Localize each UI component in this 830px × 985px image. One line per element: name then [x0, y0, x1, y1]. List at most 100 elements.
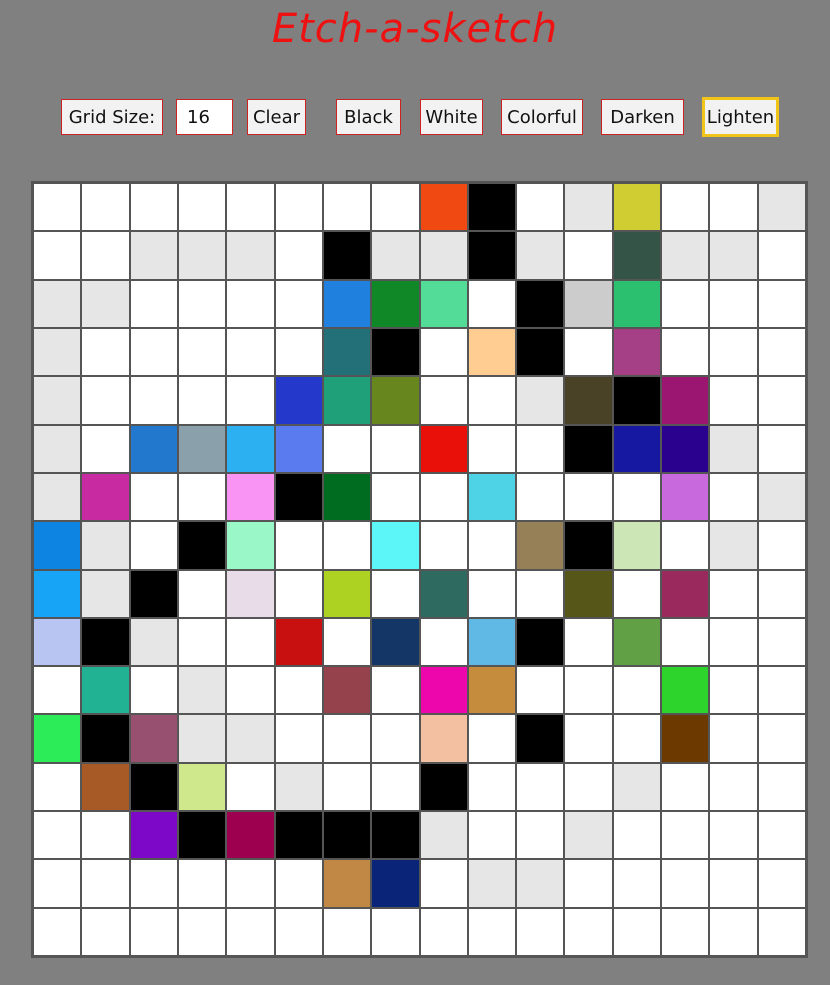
grid-cell[interactable]: [323, 763, 371, 811]
grid-cell[interactable]: [710, 425, 757, 472]
grid-size-input[interactable]: 16: [176, 99, 233, 135]
grid-cell[interactable]: [275, 667, 322, 714]
grid-cell[interactable]: [178, 667, 226, 714]
grid-cell[interactable]: [758, 570, 805, 617]
grid-cell[interactable]: [517, 570, 564, 617]
grid-cell[interactable]: [468, 860, 516, 907]
grid-cell[interactable]: [613, 184, 661, 231]
grid-cell[interactable]: [710, 280, 757, 327]
grid-cell[interactable]: [565, 618, 612, 666]
grid-cell[interactable]: [662, 860, 709, 907]
grid-cell[interactable]: [82, 232, 129, 279]
grid-cell[interactable]: [758, 425, 805, 472]
grid-cell[interactable]: [517, 667, 564, 714]
grid-cell[interactable]: [565, 232, 612, 279]
grid-cell[interactable]: [34, 570, 81, 617]
grid-cell[interactable]: [662, 522, 709, 569]
grid-cell[interactable]: [710, 618, 757, 666]
grid-cell[interactable]: [178, 618, 226, 666]
grid-cell[interactable]: [468, 763, 516, 811]
grid-cell[interactable]: [565, 570, 612, 617]
grid-cell[interactable]: [323, 184, 371, 231]
grid-cell[interactable]: [710, 763, 757, 811]
grid-cell[interactable]: [275, 812, 322, 859]
grid-cell[interactable]: [275, 184, 322, 231]
grid-cell[interactable]: [275, 570, 322, 617]
grid-cell[interactable]: [178, 570, 226, 617]
grid-cell[interactable]: [613, 715, 661, 762]
grid-cell[interactable]: [372, 280, 419, 327]
grid-cell[interactable]: [227, 232, 274, 279]
grid-cell[interactable]: [275, 280, 322, 327]
grid-cell[interactable]: [710, 522, 757, 569]
grid-cell[interactable]: [613, 763, 661, 811]
grid-cell[interactable]: [178, 184, 226, 231]
grid-cell[interactable]: [227, 812, 274, 859]
grid-cell[interactable]: [130, 473, 177, 521]
grid-cell[interactable]: [420, 184, 467, 231]
grid-cell[interactable]: [34, 522, 81, 569]
grid-cell[interactable]: [662, 667, 709, 714]
grid-cell[interactable]: [82, 328, 129, 376]
grid-cell[interactable]: [372, 522, 419, 569]
grid-cell[interactable]: [275, 763, 322, 811]
grid-cell[interactable]: [275, 377, 322, 424]
grid-cell[interactable]: [613, 812, 661, 859]
grid-cell[interactable]: [710, 908, 757, 955]
grid-cell[interactable]: [227, 377, 274, 424]
grid-cell[interactable]: [323, 667, 371, 714]
grid-cell[interactable]: [323, 522, 371, 569]
grid-cell[interactable]: [468, 570, 516, 617]
grid-cell[interactable]: [662, 377, 709, 424]
grid-cell[interactable]: [227, 715, 274, 762]
grid-cell[interactable]: [613, 377, 661, 424]
grid-cell[interactable]: [323, 618, 371, 666]
grid-cell[interactable]: [420, 232, 467, 279]
grid-cell[interactable]: [613, 908, 661, 955]
grid-cell[interactable]: [468, 328, 516, 376]
grid-cell[interactable]: [82, 377, 129, 424]
grid-cell[interactable]: [517, 280, 564, 327]
colorful-button[interactable]: Colorful: [501, 99, 583, 135]
grid-cell[interactable]: [82, 473, 129, 521]
grid-cell[interactable]: [130, 377, 177, 424]
grid-cell[interactable]: [613, 232, 661, 279]
grid-cell[interactable]: [178, 425, 226, 472]
grid-cell[interactable]: [420, 570, 467, 617]
grid-cell[interactable]: [178, 860, 226, 907]
grid-cell[interactable]: [130, 812, 177, 859]
grid-cell[interactable]: [323, 812, 371, 859]
grid-cell[interactable]: [468, 667, 516, 714]
grid-cell[interactable]: [710, 184, 757, 231]
grid-cell[interactable]: [468, 473, 516, 521]
grid-cell[interactable]: [662, 184, 709, 231]
grid-cell[interactable]: [34, 763, 81, 811]
grid-cell[interactable]: [82, 618, 129, 666]
grid-cell[interactable]: [130, 763, 177, 811]
grid-cell[interactable]: [710, 473, 757, 521]
grid-cell[interactable]: [758, 860, 805, 907]
grid-cell[interactable]: [758, 232, 805, 279]
grid-cell[interactable]: [372, 618, 419, 666]
grid-cell[interactable]: [275, 522, 322, 569]
grid-cell[interactable]: [613, 522, 661, 569]
grid-cell[interactable]: [468, 618, 516, 666]
grid-cell[interactable]: [227, 522, 274, 569]
grid-cell[interactable]: [275, 715, 322, 762]
grid-cell[interactable]: [468, 280, 516, 327]
grid-cell[interactable]: [565, 473, 612, 521]
grid-cell[interactable]: [82, 425, 129, 472]
grid-cell[interactable]: [275, 328, 322, 376]
grid-cell[interactable]: [420, 860, 467, 907]
grid-cell[interactable]: [178, 812, 226, 859]
grid-cell[interactable]: [758, 280, 805, 327]
grid-cell[interactable]: [178, 908, 226, 955]
grid-cell[interactable]: [517, 618, 564, 666]
grid-cell[interactable]: [178, 473, 226, 521]
grid-cell[interactable]: [34, 232, 81, 279]
grid-cell[interactable]: [758, 812, 805, 859]
grid-cell[interactable]: [517, 184, 564, 231]
grid-cell[interactable]: [323, 328, 371, 376]
grid-cell[interactable]: [468, 184, 516, 231]
grid-cell[interactable]: [323, 280, 371, 327]
